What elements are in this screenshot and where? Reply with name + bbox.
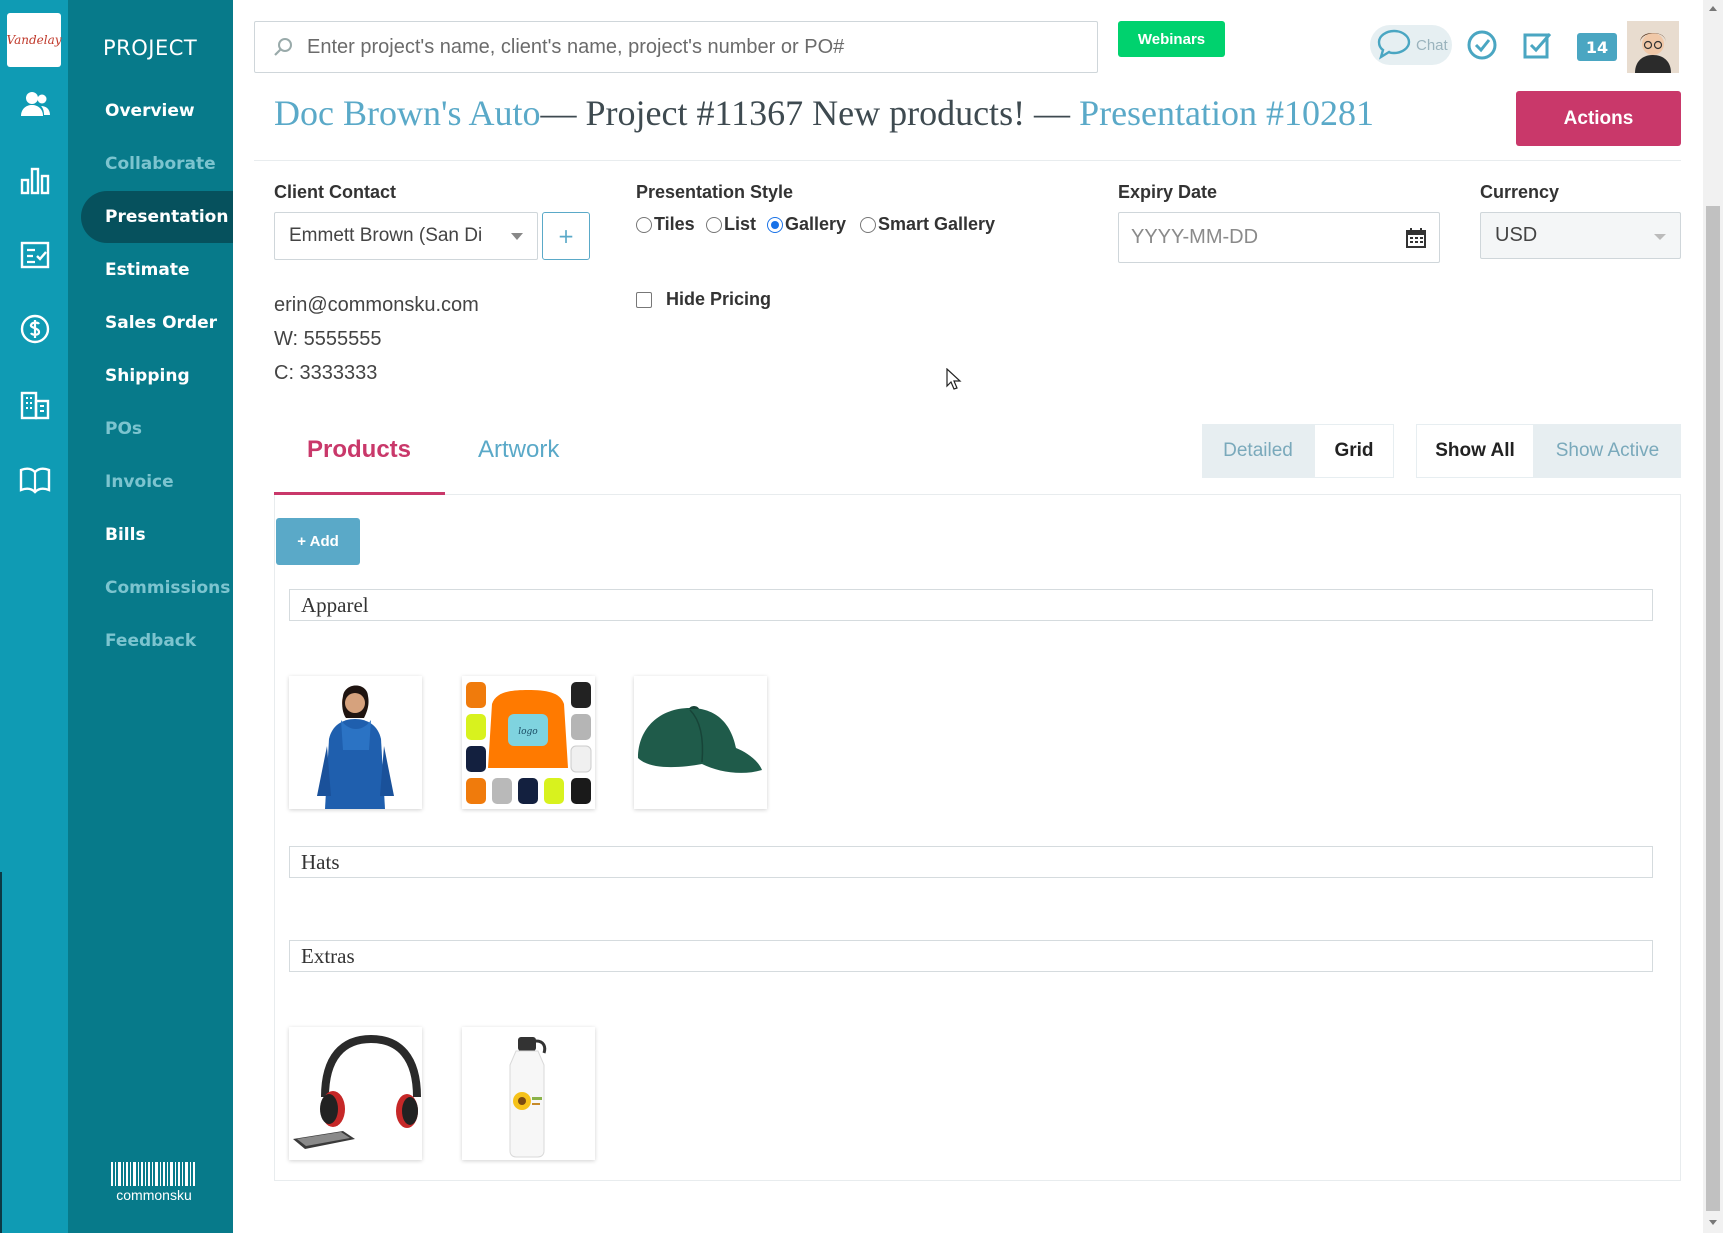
radio-tiles[interactable]: [636, 216, 652, 233]
currency-select[interactable]: USD: [1480, 212, 1681, 259]
expiry-date-placeholder: YYYY-MM-DD: [1131, 226, 1259, 248]
rail-edge: [0, 872, 2, 1233]
avatar[interactable]: [1627, 21, 1679, 73]
search-input[interactable]: [307, 35, 1067, 59]
product-thumbnail-water-bottle[interactable]: [462, 1027, 595, 1160]
webinars-button[interactable]: Webinars: [1118, 21, 1225, 57]
icon-rail: Vandelay: [0, 0, 68, 1233]
users-icon[interactable]: [19, 88, 51, 120]
bar-chart-icon[interactable]: [19, 164, 51, 196]
nav-item-sales-order[interactable]: Sales Order: [81, 297, 233, 349]
water-bottle-image: [462, 1027, 595, 1160]
headphones-image: [289, 1027, 422, 1160]
style-option-gallery[interactable]: Gallery: [767, 214, 846, 235]
dollar-icon[interactable]: [19, 313, 51, 345]
product-thumbnail-sweater[interactable]: [289, 676, 422, 809]
search-icon: [274, 38, 292, 56]
commonsku-logo: commonsku: [111, 1162, 195, 1203]
calendar-icon[interactable]: [1405, 227, 1427, 249]
project-title: — Project #11367 New products! —: [540, 93, 1080, 133]
scroll-up-icon[interactable]: [1709, 6, 1717, 11]
actions-button[interactable]: Actions: [1516, 91, 1681, 146]
contact-work-phone: W: 5555555: [274, 328, 382, 350]
tab-artwork[interactable]: Artwork: [478, 436, 559, 464]
mouse-cursor-icon: [946, 368, 962, 390]
page-scrollbar[interactable]: [1703, 0, 1723, 1233]
edit-task-icon[interactable]: [1521, 28, 1555, 62]
section-apparel[interactable]: Apparel: [289, 589, 1653, 621]
checklist-icon[interactable]: [19, 239, 51, 271]
chat-label: Chat: [1416, 36, 1448, 54]
contact-cell-phone: C: 3333333: [274, 362, 378, 384]
scrollbar-thumb[interactable]: [1706, 206, 1720, 1211]
user-photo: [1627, 21, 1679, 73]
style-option-tiles[interactable]: Tiles: [636, 214, 695, 235]
product-thumbnail-cap[interactable]: [634, 676, 767, 809]
presentation-style-label: Presentation Style: [636, 182, 794, 202]
nav-item-pos[interactable]: POs: [81, 403, 233, 455]
nav-item-shipping[interactable]: Shipping: [81, 350, 233, 402]
hide-pricing-checkbox[interactable]: [636, 291, 652, 308]
view-detailed-button[interactable]: Detailed: [1202, 424, 1314, 478]
chevron-down-icon: [1654, 234, 1666, 240]
nav-item-feedback[interactable]: Feedback: [81, 615, 233, 667]
product-thumbnail-sweatshirts[interactable]: logo: [462, 676, 595, 809]
nav-item-presentation[interactable]: Presentation: [81, 191, 233, 243]
style-option-list[interactable]: List: [706, 214, 756, 235]
expiry-date-input[interactable]: YYYY-MM-DD: [1118, 212, 1440, 263]
building-icon[interactable]: [19, 389, 51, 421]
nav-item-commissions[interactable]: Commissions: [81, 562, 233, 614]
hide-pricing-label: Hide Pricing: [666, 289, 772, 309]
expiry-date-label: Expiry Date: [1118, 182, 1218, 202]
nav-heading: PROJECT: [103, 36, 198, 60]
project-search[interactable]: [254, 21, 1098, 73]
show-all-button[interactable]: Show All: [1416, 424, 1534, 478]
contact-email: erin@commonsku.com: [274, 294, 479, 316]
chat-bubble-icon: [1377, 29, 1411, 60]
blue-sweater-image: [289, 676, 422, 809]
radio-gallery[interactable]: [767, 216, 783, 233]
currency-value: USD: [1495, 224, 1538, 246]
hide-pricing-row[interactable]: Hide Pricing: [636, 289, 771, 310]
svg-text:logo: logo: [518, 727, 538, 737]
add-contact-button[interactable]: +: [542, 212, 590, 260]
section-extras[interactable]: Extras: [289, 940, 1653, 972]
notification-badge[interactable]: 14: [1577, 33, 1617, 61]
nav-item-bills[interactable]: Bills: [81, 509, 233, 561]
project-nav: PROJECT Overview Collaborate Presentatio…: [68, 0, 233, 1233]
product-thumbnail-headphones[interactable]: [289, 1027, 422, 1160]
scroll-down-icon[interactable]: [1709, 1220, 1717, 1225]
presentation-link[interactable]: Presentation #10281: [1079, 93, 1374, 133]
book-icon[interactable]: [19, 464, 51, 496]
check-circle-icon[interactable]: [1465, 28, 1499, 62]
currency-label: Currency: [1480, 182, 1560, 202]
view-grid-button[interactable]: Grid: [1314, 424, 1394, 478]
green-cap-image: [634, 676, 767, 809]
nav-item-invoice[interactable]: Invoice: [81, 456, 233, 508]
chat-button[interactable]: Chat: [1370, 25, 1452, 65]
client-contact-select[interactable]: Emmett Brown (San Di: [274, 212, 538, 260]
style-option-smart-gallery[interactable]: Smart Gallery: [860, 214, 995, 235]
add-product-button[interactable]: + Add: [276, 518, 360, 565]
show-active-button[interactable]: Show Active: [1534, 424, 1681, 478]
tab-products[interactable]: Products: [307, 436, 411, 464]
orange-sweatshirts-image: logo: [462, 676, 595, 809]
section-hats[interactable]: Hats: [289, 846, 1653, 878]
svg-text:commonsku: commonsku: [116, 1187, 191, 1203]
chevron-down-icon: [511, 233, 523, 240]
nav-item-estimate[interactable]: Estimate: [81, 244, 233, 296]
nav-item-collaborate[interactable]: Collaborate: [81, 138, 233, 190]
divider: [254, 160, 1681, 161]
radio-smart-gallery[interactable]: [860, 216, 876, 233]
client-contact-value: Emmett Brown (San Di: [289, 225, 483, 246]
client-contact-label: Client Contact: [274, 182, 397, 202]
radio-list[interactable]: [706, 216, 722, 233]
nav-item-overview[interactable]: Overview: [81, 85, 233, 137]
company-logo[interactable]: Vandelay: [7, 13, 62, 67]
page-title: Doc Brown's Auto— Project #11367 New pro…: [274, 92, 1374, 134]
client-link[interactable]: Doc Brown's Auto: [274, 93, 540, 133]
